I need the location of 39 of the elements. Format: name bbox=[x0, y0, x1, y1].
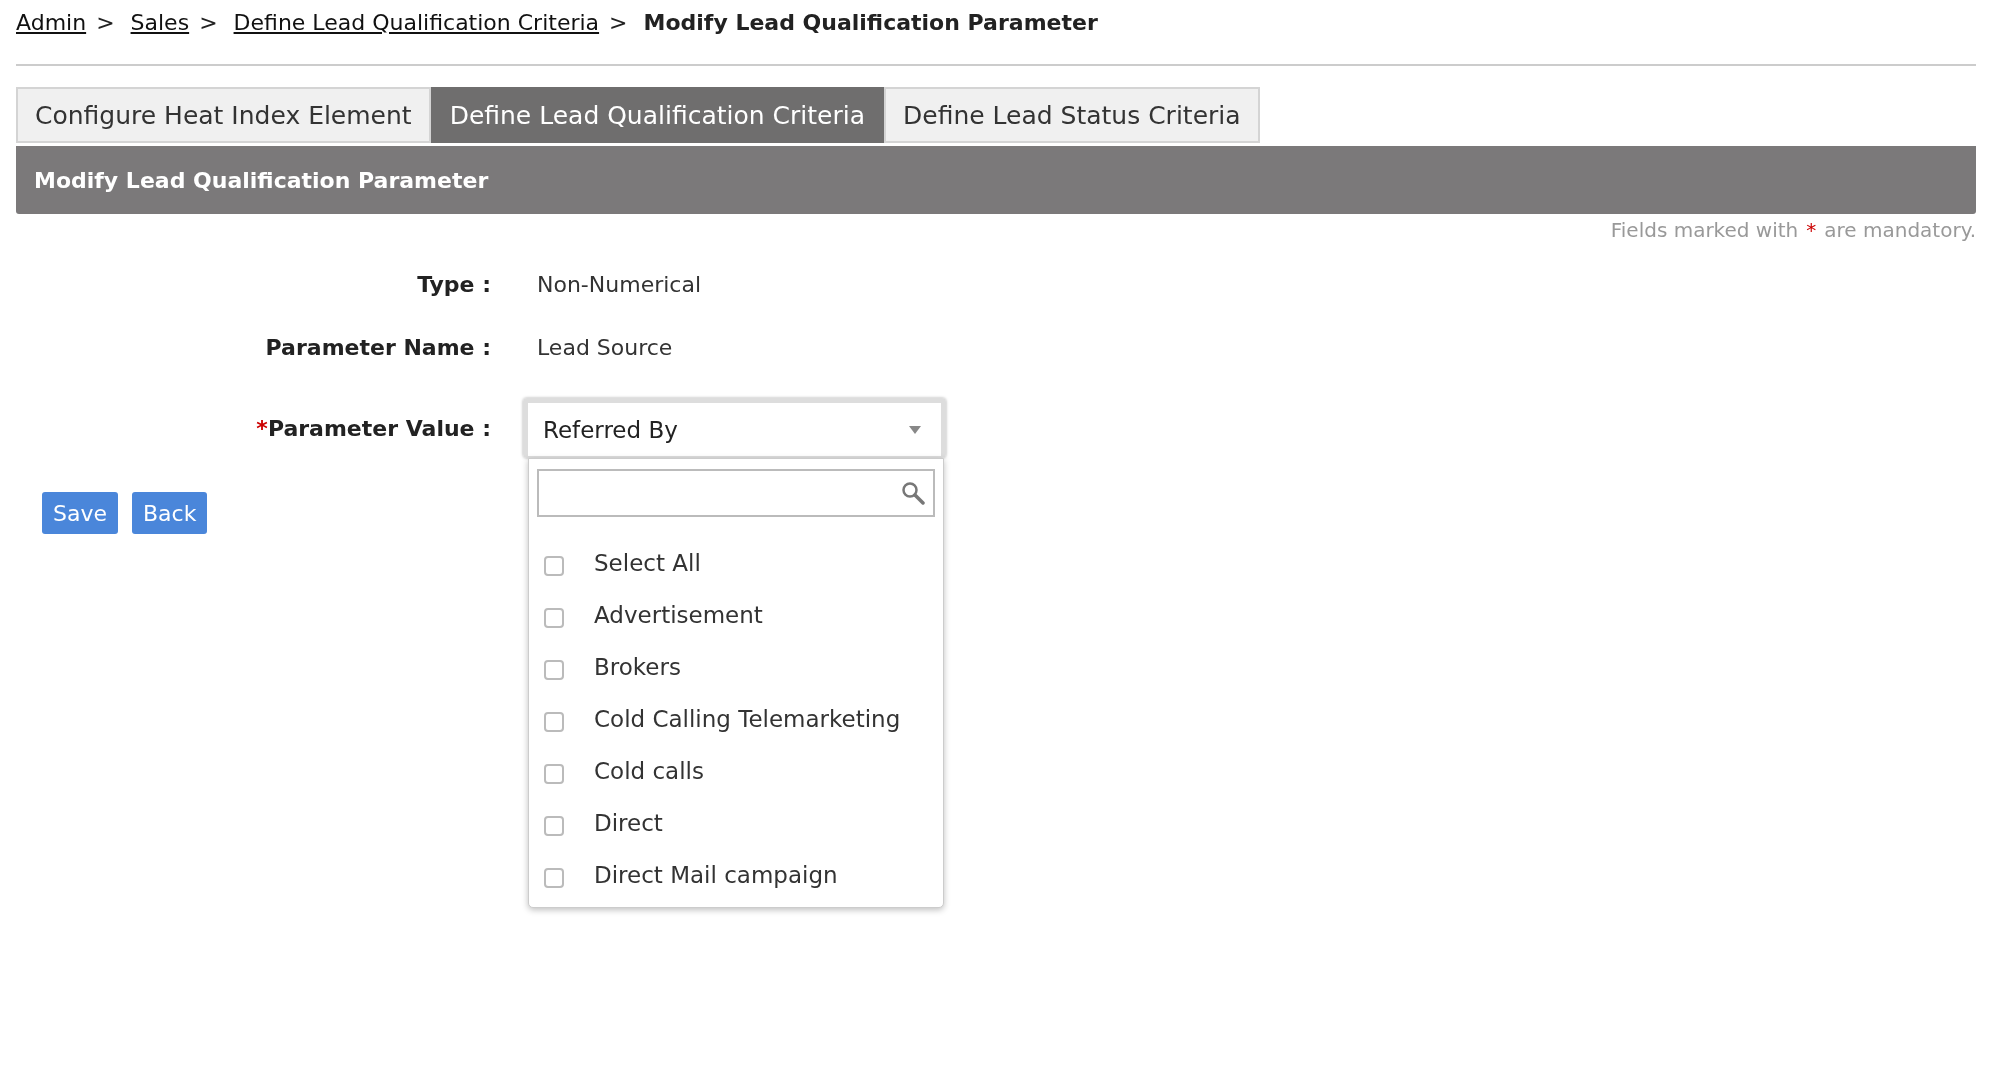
field-label: Parameter Name : bbox=[265, 335, 491, 360]
option-label[interactable]: Advertisement bbox=[594, 602, 763, 628]
caret-icon bbox=[909, 425, 921, 434]
action-button[interactable]: Back bbox=[132, 492, 208, 534]
tab[interactable]: Configure Heat Index Element bbox=[16, 87, 431, 143]
breadcrumb-separator: > bbox=[96, 10, 115, 35]
breadcrumb-separator: > bbox=[609, 10, 628, 35]
checkbox[interactable] bbox=[544, 712, 564, 732]
checkbox[interactable] bbox=[544, 764, 564, 784]
required-asterisk: * bbox=[256, 416, 268, 441]
field-value: Non-Numerical bbox=[536, 272, 701, 297]
option-label[interactable]: Brokers bbox=[594, 654, 681, 680]
breadcrumb-current: Modify Lead Qualification Parameter bbox=[643, 10, 1098, 35]
option-label[interactable]: Select All bbox=[594, 550, 701, 576]
field-label: Type : bbox=[417, 272, 491, 297]
mandatory-note: are mandatory. bbox=[1824, 218, 1976, 242]
breadcrumb-link[interactable]: Define Lead Qualification Criteria bbox=[233, 10, 600, 35]
action-button[interactable]: Save bbox=[42, 492, 118, 534]
checkbox[interactable] bbox=[544, 608, 564, 628]
checkbox[interactable] bbox=[544, 556, 564, 576]
breadcrumb-link[interactable]: Sales bbox=[130, 10, 190, 35]
field-value: Lead Source bbox=[536, 335, 673, 360]
breadcrumb-link[interactable]: Admin bbox=[16, 10, 87, 35]
option-label[interactable]: Cold calls bbox=[594, 758, 704, 784]
option-label[interactable]: Direct Mail campaign bbox=[594, 862, 838, 888]
checkbox[interactable] bbox=[544, 868, 564, 888]
tab[interactable]: Define Lead Status Criteria bbox=[884, 87, 1260, 143]
option-label[interactable]: Direct bbox=[594, 810, 663, 836]
section-title: Modify Lead Qualification Parameter bbox=[34, 167, 489, 193]
mandatory-note: Fields marked with bbox=[1610, 218, 1799, 242]
breadcrumb-separator: > bbox=[199, 10, 218, 35]
checkbox[interactable] bbox=[544, 816, 564, 836]
option-label[interactable]: Cold Calling Telemarketing bbox=[594, 706, 901, 732]
field-label: Parameter Value : bbox=[267, 416, 491, 441]
tab[interactable]: Define Lead Qualification Criteria bbox=[430, 87, 884, 143]
checkbox[interactable] bbox=[544, 660, 564, 680]
search-field[interactable] bbox=[537, 469, 935, 517]
search-icon bbox=[901, 481, 925, 505]
asterisk: * bbox=[1806, 218, 1817, 242]
